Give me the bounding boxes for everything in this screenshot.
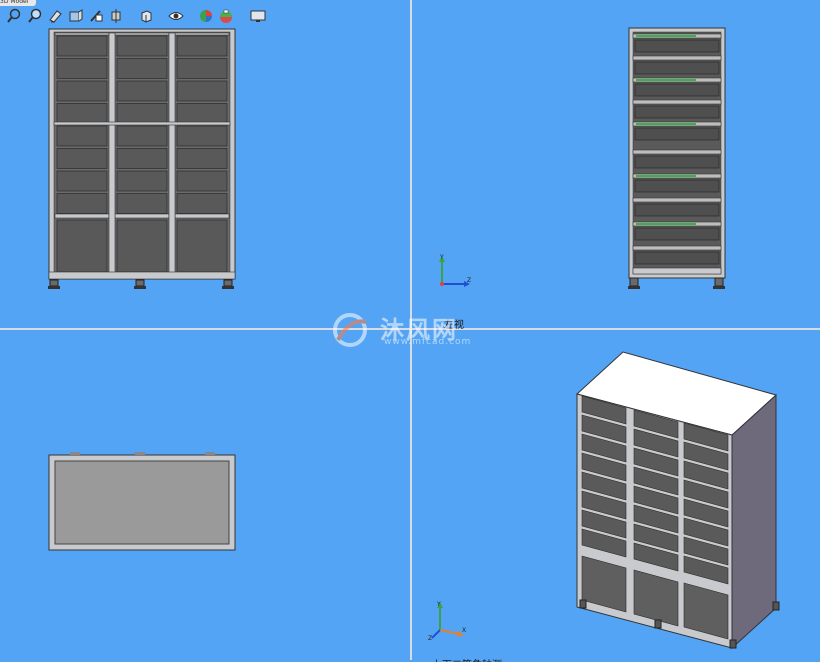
viewport-right[interactable]: Y Z 左视 xyxy=(412,0,820,331)
cabinet-top-view xyxy=(48,452,236,551)
viewport-top[interactable] xyxy=(0,330,410,660)
frame-rail xyxy=(114,213,170,219)
frame-rail xyxy=(53,121,231,126)
drawer-panel xyxy=(176,80,228,102)
drawer-panel xyxy=(116,148,168,169)
drawer-panel xyxy=(56,125,108,147)
drawer-panel xyxy=(56,148,108,169)
svg-text:Z: Z xyxy=(428,635,432,642)
drawer-side xyxy=(634,251,720,265)
axis-triad-iso: Y Z X xyxy=(428,601,466,642)
frame-post xyxy=(108,32,116,276)
drawer-side xyxy=(634,61,720,75)
svg-text:X: X xyxy=(462,627,466,634)
viewport-front[interactable] xyxy=(0,0,410,328)
drawer-side xyxy=(634,105,720,119)
cabinet-front-view xyxy=(48,28,236,289)
axis-triad-right: Y Z xyxy=(439,254,471,287)
drawer-panel xyxy=(116,125,168,147)
frame-rail xyxy=(114,32,170,36)
drawer-panel xyxy=(116,170,168,192)
drawer-panel xyxy=(56,35,108,57)
drawer-panel xyxy=(176,148,228,169)
drawer-panel xyxy=(56,103,108,124)
drawer-side xyxy=(634,155,720,169)
drawer-panel xyxy=(56,170,108,192)
drawer-panel xyxy=(56,193,108,214)
drawer-panel xyxy=(176,219,228,273)
drawer-panel xyxy=(116,58,168,79)
drawer-panel xyxy=(176,193,228,214)
drawer-side xyxy=(634,39,720,53)
drawer-side xyxy=(634,203,720,217)
shelf-rail xyxy=(632,197,722,203)
frame-base xyxy=(48,271,236,280)
slide-rail xyxy=(636,123,696,125)
svg-text:Y: Y xyxy=(436,601,441,608)
frame-rail xyxy=(174,213,230,219)
shelf-rail xyxy=(632,55,722,61)
frame-base xyxy=(632,267,722,275)
drawer-side xyxy=(634,127,720,141)
shelf-rail xyxy=(632,149,722,155)
frame-rail xyxy=(54,32,110,36)
drawer-panel xyxy=(56,58,108,79)
slide-rail xyxy=(636,175,696,177)
drawer-panel xyxy=(176,58,228,79)
iso-view-label: 上下二等角轴测 xyxy=(432,656,502,662)
drawer-panel xyxy=(176,125,228,147)
drawer-panel xyxy=(116,193,168,214)
drawer-side xyxy=(634,179,720,193)
shelf-rail xyxy=(632,99,722,105)
frame-post xyxy=(168,32,176,276)
drawer-panel xyxy=(176,103,228,124)
slide-rail xyxy=(636,223,696,225)
shelf-rail xyxy=(632,245,722,251)
slide-rail xyxy=(636,35,696,37)
drawer-panel xyxy=(176,170,228,192)
drawer-panel xyxy=(56,80,108,102)
svg-text:Z: Z xyxy=(467,277,471,284)
drawer-panel xyxy=(116,103,168,124)
drawer-panel xyxy=(116,80,168,102)
drawer-panel xyxy=(176,35,228,57)
viewport-isometric[interactable]: Y Z X 上下二等角轴测 xyxy=(412,330,820,662)
svg-text:Y: Y xyxy=(439,254,444,261)
frame-rail xyxy=(174,32,230,36)
drawer-side xyxy=(634,227,720,241)
slide-rail xyxy=(636,79,696,81)
drawer-panel xyxy=(56,219,108,273)
right-view-label: 左视 xyxy=(444,320,464,331)
frame-rail xyxy=(54,213,110,219)
cabinet-isometric-view xyxy=(575,351,780,650)
drawer-panel xyxy=(116,35,168,57)
drawer-side xyxy=(634,83,720,97)
drawer-panel xyxy=(116,219,168,273)
